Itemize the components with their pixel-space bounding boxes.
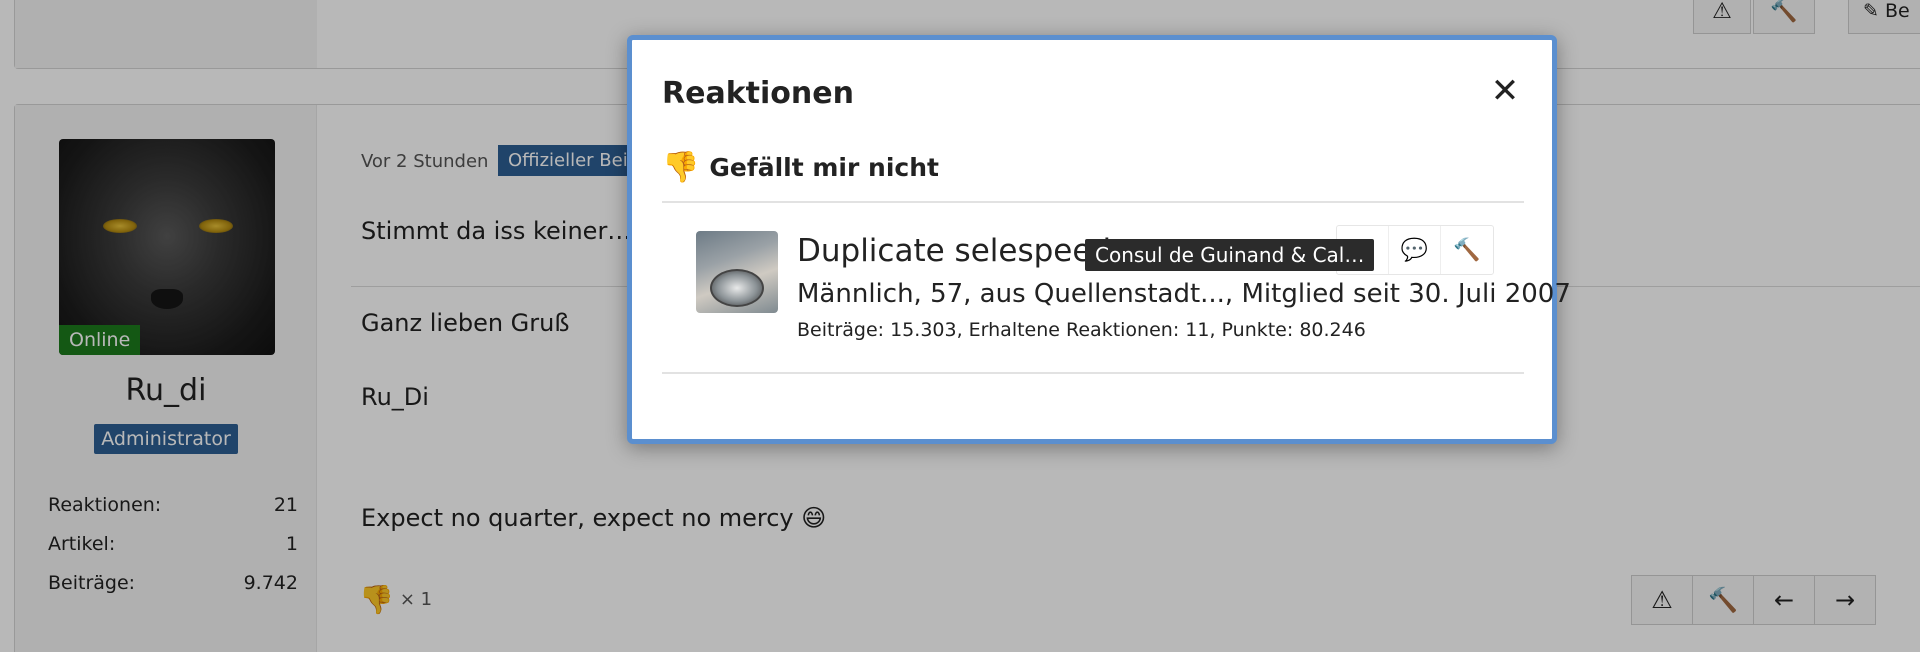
close-icon[interactable]: ✕ <box>1482 68 1528 114</box>
reactor-avatar[interactable] <box>696 231 778 313</box>
user-title-tooltip: Consul de Guinand & Cal… <box>1085 239 1375 271</box>
moderate-user-button[interactable]: 🔨 <box>1441 226 1493 274</box>
reaction-group-header: 👎 Gefällt mir nicht <box>662 150 939 185</box>
reaction-group-label: Gefällt mir nicht <box>709 153 939 182</box>
conversation-button[interactable]: 💬 <box>1389 226 1441 274</box>
thumbs-down-icon: 👎 <box>662 150 700 185</box>
avatar-watch-shape <box>710 269 764 307</box>
dialog-title: Reaktionen <box>662 76 854 111</box>
reaction-user-row: Duplicate selespeed ⊕ 💬 🔨 Consul de Guin… <box>696 225 1571 341</box>
chat-bubbles-icon: 💬 <box>1400 237 1429 263</box>
reactor-username[interactable]: Duplicate selespeed <box>797 233 1111 269</box>
reactor-info: Männlich, 57, aus Quellenstadt..., Mitgl… <box>797 279 1571 309</box>
reaction-divider-bottom <box>662 372 1524 374</box>
reactions-dialog: Reaktionen ✕ 👎 Gefällt mir nicht Duplica… <box>627 35 1571 444</box>
gavel-icon: 🔨 <box>1453 237 1481 263</box>
reactor-stats: Beiträge: 15.303, Erhaltene Reaktionen: … <box>797 319 1366 341</box>
reaction-divider-top <box>662 201 1524 203</box>
